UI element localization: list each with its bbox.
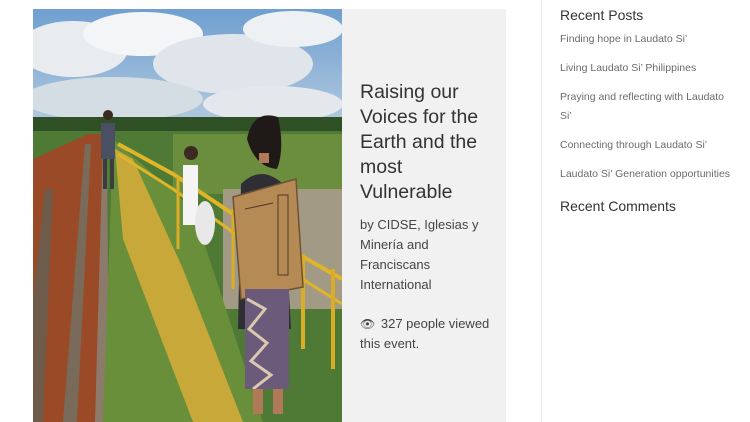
list-item: Laudato Si’ Generation opportunities: [560, 165, 738, 184]
recent-posts-title: Recent Posts: [560, 7, 644, 23]
recent-comments-title: Recent Comments: [560, 198, 676, 214]
recent-post-link[interactable]: Connecting through Laudato Si’: [560, 136, 738, 155]
recent-post-link[interactable]: Laudato Si’ Generation opportunities: [560, 165, 738, 184]
list-item: Connecting through Laudato Si’: [560, 136, 738, 155]
list-item: Living Laudato Si’ Philippines: [560, 59, 738, 78]
list-item: Finding hope in Laudato Si’: [560, 30, 738, 49]
sidebar: Recent Posts Finding hope in Laudato Si’…: [560, 0, 738, 214]
list-item: Praying and reflecting with Laudato Si’: [560, 88, 738, 126]
event-text: Raising our Voices for the Earth and the…: [360, 80, 500, 354]
recent-post-link[interactable]: Living Laudato Si’ Philippines: [560, 59, 738, 78]
event-photo[interactable]: [33, 9, 342, 422]
event-organizers: by CIDSE, Iglesias y Minería and Francis…: [360, 217, 479, 292]
views-count-text: 327 people viewed this event.: [360, 316, 490, 351]
event-views: 👁 327 people viewed this event.: [360, 314, 500, 354]
recent-posts-list: Finding hope in Laudato Si’ Living Lauda…: [560, 30, 738, 184]
recent-post-link[interactable]: Praying and reflecting with Laudato Si’: [560, 88, 738, 126]
event-title[interactable]: Raising our Voices for the Earth and the…: [360, 80, 500, 205]
sidebar-divider: [541, 0, 542, 422]
recent-post-link[interactable]: Finding hope in Laudato Si’: [560, 30, 738, 49]
eye-icon: 👁: [360, 317, 376, 331]
